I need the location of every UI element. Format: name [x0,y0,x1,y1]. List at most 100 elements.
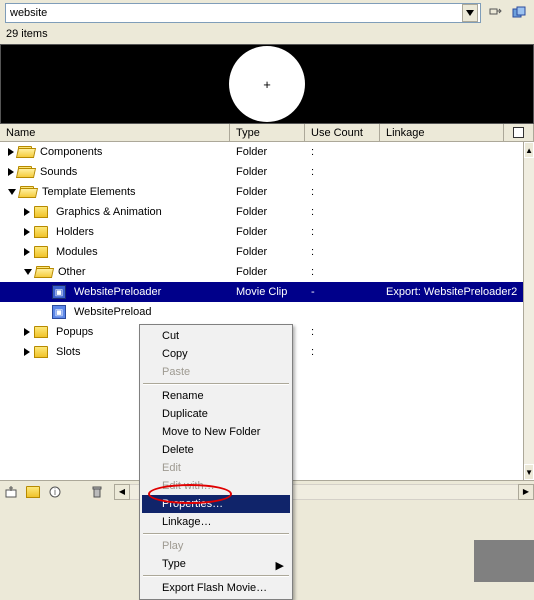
scroll-up-button[interactable]: ▲ [524,142,534,158]
context-menu: Cut Copy Paste Rename Duplicate Move to … [139,324,293,600]
expand-down-icon[interactable] [24,269,32,275]
chevron-down-icon [466,10,474,16]
cell-use-count: : [305,226,380,238]
table-row[interactable]: ModulesFolder: [0,242,523,262]
pin-library-icon[interactable] [485,3,505,23]
search-combobox[interactable] [5,3,481,23]
menu-play: Play [142,537,290,555]
cell-type: Folder [230,266,305,278]
table-row[interactable]: ▣WebsitePreloaderMovie Clip-Export: Webs… [0,282,523,302]
cell-name: Sounds [2,166,230,178]
cell-type: Movie Clip [230,286,305,298]
submenu-arrow-icon: ▶ [276,559,284,572]
expand-right-icon[interactable] [8,148,14,156]
new-symbol-button[interactable] [1,483,21,501]
scroll-down-button[interactable]: ▼ [524,464,534,480]
cell-use-count: : [305,146,380,158]
column-linkage[interactable]: Linkage [380,124,504,141]
table-row[interactable]: Template ElementsFolder: [0,182,523,202]
table-row[interactable]: Graphics & AnimationFolder: [0,202,523,222]
cell-end: 2 [511,286,523,298]
menu-copy[interactable]: Copy [142,345,290,363]
row-label: Modules [56,246,98,258]
menu-separator [143,383,289,385]
cell-name: ▣WebsitePreload [2,305,230,319]
cell-type: Folder [230,206,305,218]
item-count-label: 29 items [0,26,534,44]
menu-delete[interactable]: Delete [142,441,290,459]
cell-linkage: Export: WebsitePreloader [380,286,511,298]
new-library-icon[interactable] [509,3,529,23]
cell-use-count: : [305,246,380,258]
menu-linkage[interactable]: Linkage… [142,513,290,531]
folder-icon [26,486,40,498]
menu-type-label: Type [162,558,186,570]
properties-button[interactable]: i [45,483,65,501]
row-label: Sounds [40,166,77,178]
folder-icon [34,206,48,218]
expand-right-icon[interactable] [24,208,30,216]
folder-icon [34,346,48,358]
search-input[interactable] [6,4,462,22]
cell-use-count: - [305,286,380,298]
folder-icon [20,186,34,198]
table-row[interactable]: SoundsFolder: [0,162,523,182]
library-toolbar [0,0,534,26]
scroll-track[interactable] [524,158,534,464]
combobox-dropdown-button[interactable] [462,4,478,22]
folder-icon [34,326,48,338]
expand-right-icon[interactable] [24,248,30,256]
folder-icon [36,266,50,278]
table-row[interactable]: HoldersFolder: [0,222,523,242]
row-label: Template Elements [42,186,136,198]
table-row[interactable]: ▣WebsitePreload [0,302,523,322]
cell-name: ▣WebsitePreloader [2,285,230,299]
delete-button[interactable] [87,483,107,501]
cell-name: Template Elements [2,186,230,198]
menu-separator [143,533,289,535]
row-label: WebsitePreload [74,306,151,318]
svg-text:i: i [54,487,56,497]
column-type[interactable]: Type [230,124,305,141]
menu-properties[interactable]: Properties… [142,495,290,513]
overflow-icon [513,127,524,138]
gray-overlay [474,540,534,582]
new-folder-button[interactable] [23,483,43,501]
registration-mark: + [263,77,271,92]
cell-type: Folder [230,146,305,158]
menu-type[interactable]: Type ▶ [142,555,290,573]
cell-use-count: : [305,186,380,198]
cell-name: Other [2,266,230,278]
folder-icon [34,246,48,258]
row-label: Popups [56,326,93,338]
menu-move[interactable]: Move to New Folder [142,423,290,441]
scroll-right-button[interactable]: ▶ [518,484,534,500]
cell-name: Holders [2,226,230,238]
expand-right-icon[interactable] [8,168,14,176]
table-row[interactable]: OtherFolder: [0,262,523,282]
menu-cut[interactable]: Cut [142,327,290,345]
menu-separator [143,575,289,577]
expand-right-icon[interactable] [24,348,30,356]
cell-name: Graphics & Animation [2,206,230,218]
expand-right-icon[interactable] [24,228,30,236]
vertical-scrollbar[interactable]: ▲ ▼ [523,142,534,480]
cell-type: Folder [230,226,305,238]
row-label: Slots [56,346,80,358]
menu-duplicate[interactable]: Duplicate [142,405,290,423]
table-row[interactable]: Components Folder: [0,142,523,162]
expand-right-icon[interactable] [24,328,30,336]
scroll-left-button[interactable]: ◀ [114,484,130,500]
column-use-count[interactable]: Use Count [305,124,380,141]
column-overflow[interactable] [504,124,534,141]
row-label: WebsitePreloader [74,286,161,298]
menu-rename[interactable]: Rename [142,387,290,405]
row-label: Components [40,146,102,158]
cell-name: Modules [2,246,230,258]
row-label: Graphics & Animation [56,206,162,218]
cell-use-count: : [305,326,380,338]
column-name[interactable]: Name [0,124,230,141]
menu-edit: Edit [142,459,290,477]
expand-down-icon[interactable] [8,189,16,195]
cell-use-count: : [305,266,380,278]
